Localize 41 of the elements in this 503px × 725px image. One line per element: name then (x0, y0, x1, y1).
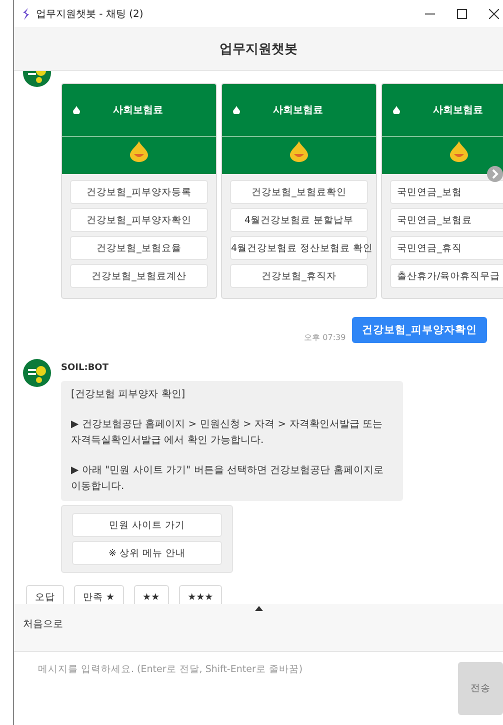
message-input[interactable]: 메시지를 입력하세요. (Enter로 전달, Shift-Enter로 줄바꿈) (14, 652, 458, 675)
card-title: 사회보험료 (112, 104, 164, 117)
menu-button[interactable]: 건강보험_보험요율 (70, 236, 208, 260)
user-message-bubble: 건강보험_피부양자확인 (352, 317, 487, 343)
chat-header-title: 업무지원챗봇 (14, 27, 503, 71)
close-icon[interactable] (489, 8, 499, 18)
message-paragraph: ▶ 아래 "민원 사이트 가기" 버튼을 선택하면 건강보험공단 홈페이지로 이동합니다. (71, 464, 384, 494)
menu-button[interactable]: 국민연금_휴직 (390, 236, 503, 260)
bot-avatar-icon (23, 359, 51, 387)
menu-button[interactable]: 출산휴가/육아휴직무급 (390, 264, 503, 288)
app-logo-icon (22, 8, 30, 20)
drop-icon (393, 106, 400, 114)
menu-button[interactable]: 건강보험_보험료확인 (230, 180, 368, 204)
menu-button[interactable]: 건강보험_휴직자 (230, 264, 368, 288)
mascot-icon (288, 140, 310, 162)
feedback-button[interactable]: ★★ (134, 585, 169, 604)
drop-icon (73, 106, 80, 114)
maximize-icon[interactable] (457, 8, 467, 18)
window-title: 업무지원챗봇 - 채팅 (2) (36, 8, 144, 20)
feedback-button[interactable]: ★★★ (178, 585, 222, 604)
menu-button[interactable]: ※ 상위 메뉴 안내 (72, 541, 222, 565)
message-paragraph: ▶ 건강보험공단 홈페이지 > 민원신청 > 자격 > 자격확인서발급 또는 자격득실확인서발급 에서 확인 가능합니다. (71, 418, 384, 448)
collapse-icon[interactable] (254, 606, 262, 611)
menu-button[interactable]: 민원 사이트 가기 (72, 513, 222, 537)
menu-button[interactable]: 건강보험_피부양자등록 (70, 180, 208, 204)
message-time: 오후 07:39 (304, 332, 346, 343)
message-paragraph: [건강보험 피부양자 확인] (71, 388, 186, 402)
feedback-button[interactable]: 만족 ★ (74, 585, 124, 604)
quick-menu-item[interactable]: 처음으로 (14, 611, 72, 631)
mascot-icon (448, 140, 470, 162)
sender-name: SOIL:BOT (61, 363, 110, 373)
drop-icon (233, 106, 240, 114)
menu-button[interactable]: 국민연금_보험 (390, 180, 503, 204)
card-title: 사회보험료 (432, 104, 484, 117)
menu-button[interactable]: 건강보험_보험료계산 (70, 264, 208, 288)
mascot-icon (128, 140, 150, 162)
card-title: 사회보험료 (272, 104, 324, 117)
feedback-button[interactable]: 오답 (26, 585, 64, 604)
menu-button[interactable]: 국민연금_보험료 (390, 208, 503, 232)
menu-button[interactable]: 건강보험_피부양자확인 (70, 208, 208, 232)
menu-button[interactable]: 4월건강보험료 분할납부 (230, 208, 368, 232)
